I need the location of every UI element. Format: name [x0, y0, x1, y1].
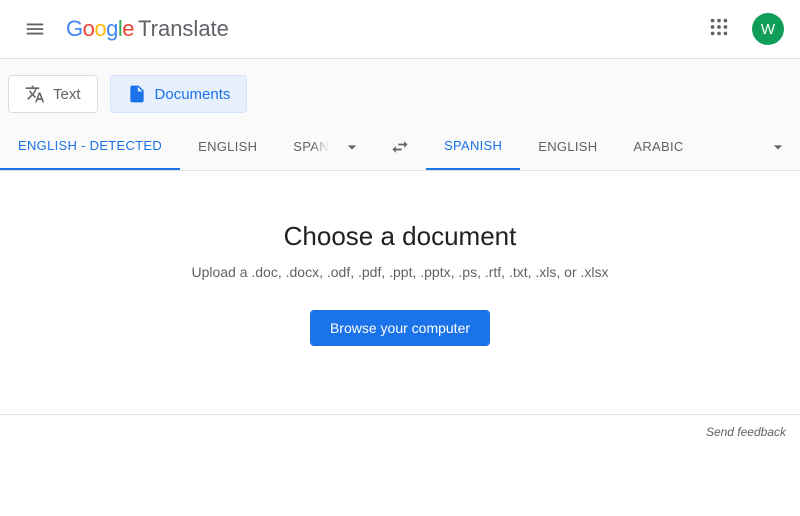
logo[interactable]: Google Translate: [66, 16, 229, 42]
source-lang-english[interactable]: ENGLISH: [180, 123, 275, 170]
header-right: W: [702, 10, 784, 49]
browse-computer-button[interactable]: Browse your computer: [310, 310, 490, 346]
main-content: Choose a document Upload a .doc, .docx, …: [0, 171, 800, 386]
document-icon: [127, 84, 147, 104]
swap-icon: [390, 137, 410, 157]
product-name: Translate: [138, 16, 229, 42]
apps-icon[interactable]: [702, 10, 736, 49]
target-lang-spanish[interactable]: SPANISH: [426, 123, 520, 170]
translate-icon: [25, 84, 45, 104]
menu-icon[interactable]: [16, 10, 54, 48]
source-language-group: ENGLISH - DETECTED ENGLISH SPANISH: [0, 123, 330, 170]
language-bar: ENGLISH - DETECTED ENGLISH SPANISH SPANI…: [0, 123, 800, 171]
footer: Send feedback: [0, 414, 800, 449]
choose-document-title: Choose a document: [20, 221, 780, 252]
mode-tabs: Text Documents: [0, 59, 800, 123]
target-lang-arabic[interactable]: ARABIC: [615, 123, 701, 170]
avatar[interactable]: W: [752, 13, 784, 45]
target-lang-dropdown[interactable]: [756, 123, 800, 170]
source-lang-dropdown[interactable]: [330, 123, 374, 170]
send-feedback-link[interactable]: Send feedback: [706, 425, 786, 439]
chevron-down-icon: [768, 137, 788, 157]
tab-text-label: Text: [53, 86, 81, 103]
swap-languages-button[interactable]: [374, 123, 426, 170]
source-lang-detected[interactable]: ENGLISH - DETECTED: [0, 123, 180, 170]
google-wordmark: Google: [66, 16, 134, 42]
tab-documents[interactable]: Documents: [110, 75, 248, 113]
target-language-group: SPANISH ENGLISH ARABIC: [426, 123, 756, 170]
avatar-initial: W: [761, 21, 775, 38]
tab-documents-label: Documents: [155, 86, 231, 103]
choose-document-subtitle: Upload a .doc, .docx, .odf, .pdf, .ppt, …: [20, 264, 780, 280]
target-lang-english[interactable]: ENGLISH: [520, 123, 615, 170]
header-left: Google Translate: [16, 10, 229, 48]
chevron-down-icon: [342, 137, 362, 157]
app-header: Google Translate W: [0, 0, 800, 59]
tab-text[interactable]: Text: [8, 75, 98, 113]
